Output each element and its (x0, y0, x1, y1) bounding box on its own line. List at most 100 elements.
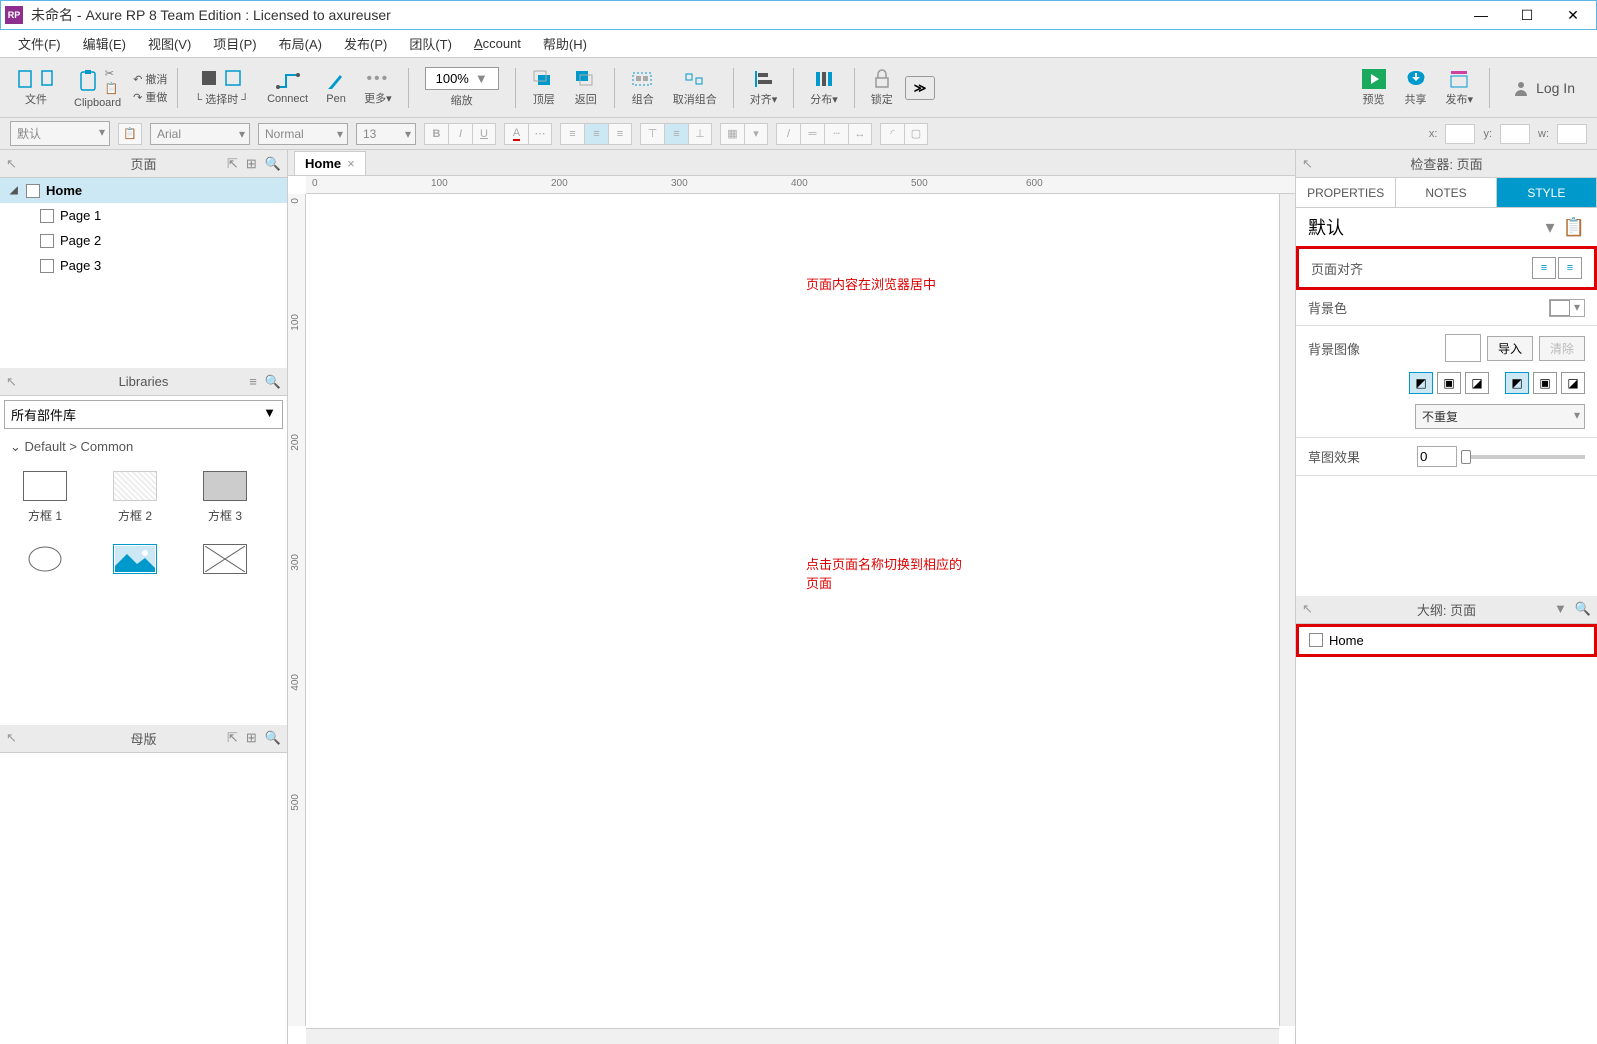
expand-icon[interactable]: ◢ (10, 185, 20, 196)
widget-box3[interactable]: 方框 3 (190, 471, 260, 524)
bgcolor-swatch[interactable] (1550, 300, 1570, 316)
sketch-value-input[interactable] (1417, 446, 1457, 467)
menu-publish[interactable]: 发布(P) (336, 31, 395, 56)
tree-item-page3[interactable]: Page 3 (0, 253, 287, 278)
widget-box1[interactable]: 方框 1 (10, 471, 80, 524)
w-input[interactable] (1557, 124, 1587, 144)
toolbar-overflow[interactable]: ≫ (905, 76, 936, 100)
tree-item-page1[interactable]: Page 1 (0, 203, 287, 228)
add-master-icon[interactable]: ⊞ (246, 730, 257, 746)
repeat-select[interactable]: 不重复 (1415, 404, 1585, 429)
fill-button[interactable]: ▦ (720, 123, 744, 145)
undo-button[interactable]: ↶ 撤消 (133, 71, 167, 87)
y-input[interactable] (1500, 124, 1530, 144)
menu-account[interactable]: Account (466, 33, 529, 54)
tool-lock[interactable]: 锁定 (865, 67, 899, 109)
add-folder-icon[interactable]: ⇱ (227, 156, 238, 172)
tool-align[interactable]: 对齐▾ (744, 67, 784, 109)
tool-clipboard-group[interactable]: ✂📋 Clipboard (68, 65, 127, 111)
minimize-button[interactable]: — (1458, 1, 1504, 29)
close-icon[interactable]: × (347, 156, 355, 171)
more-text-button[interactable]: ⋯ (528, 123, 552, 145)
align-left-button[interactable]: ≡ (560, 123, 584, 145)
redo-button[interactable]: ↷ 重做 (133, 89, 167, 105)
tool-back[interactable]: 返回 (568, 67, 604, 109)
italic-button[interactable]: I (448, 123, 472, 145)
tool-more[interactable]: ••• 更多▾ (358, 68, 398, 108)
menu-file[interactable]: 文件(F) (10, 31, 69, 56)
text-color-button[interactable]: A (504, 123, 528, 145)
library-path[interactable]: ⌄ Default > Common (0, 433, 287, 461)
search-icon[interactable]: 🔍 (265, 374, 281, 390)
tree-item-page2[interactable]: Page 2 (0, 228, 287, 253)
tool-zoom[interactable]: 100% ▼ 缩放 (419, 65, 505, 110)
pos-tr[interactable]: ◪ (1465, 372, 1489, 394)
pos-tc[interactable]: ▣ (1437, 372, 1461, 394)
corner-button[interactable]: ◜ (880, 123, 904, 145)
menu-edit[interactable]: 编辑(E) (75, 31, 134, 56)
tool-distribute[interactable]: 分布▾ (804, 67, 844, 109)
page-align-left[interactable]: ≡ (1532, 257, 1556, 279)
page-align-center[interactable]: ≡ (1558, 257, 1582, 279)
paste-style-icon[interactable]: 📋 (1563, 217, 1585, 238)
widget-box2[interactable]: 方框 2 (100, 471, 170, 524)
tool-connect[interactable]: Connect (261, 69, 314, 107)
fill-dropdown[interactable]: ▾ (744, 123, 768, 145)
arrow-button[interactable]: ↔ (848, 123, 872, 145)
collapse-icon[interactable]: ↖ (6, 156, 17, 172)
bold-button[interactable]: B (424, 123, 448, 145)
canvas[interactable]: 页面内容在浏览器居中 点击页面名称切换到相应的页面 (306, 194, 1295, 1044)
outline-item-home[interactable]: Home (1296, 624, 1597, 657)
apply-style-icon[interactable]: 📋 (118, 123, 142, 145)
menu-arrange[interactable]: 布局(A) (271, 31, 330, 56)
tab-style[interactable]: STYLE (1497, 178, 1597, 207)
tool-front[interactable]: 顶层 (526, 67, 562, 109)
tool-ungroup[interactable]: 取消组合 (667, 67, 723, 109)
x-input[interactable] (1445, 124, 1475, 144)
collapse-icon[interactable]: ↖ (1302, 156, 1313, 172)
size-select[interactable]: 13 (356, 123, 416, 145)
style-select[interactable]: 默认 (10, 121, 110, 146)
tool-file-group[interactable]: 文件 (10, 67, 62, 109)
login-button[interactable]: Log In (1500, 73, 1587, 103)
search-icon[interactable]: 🔍 (1575, 601, 1591, 617)
align-right-button[interactable]: ≡ (608, 123, 632, 145)
border-button[interactable]: ▢ (904, 123, 928, 145)
font-select[interactable]: Arial (150, 123, 250, 145)
line-style-button[interactable]: ┄ (824, 123, 848, 145)
valign-bottom-button[interactable]: ⊥ (688, 123, 712, 145)
scrollbar-vertical[interactable] (1279, 194, 1295, 1026)
library-selector[interactable]: 所有部件库▼ (4, 400, 283, 429)
canvas-tab-home[interactable]: Home × (294, 151, 366, 175)
tree-item-home[interactable]: ◢ Home (0, 178, 287, 203)
tool-select-mode[interactable]: └ 选择时 ┘ (188, 67, 255, 109)
ruler-vertical[interactable]: 0 100 200 300 400 500 (288, 194, 306, 1026)
add-page-icon[interactable]: ⊞ (246, 156, 257, 172)
menu-view[interactable]: 视图(V) (140, 31, 199, 56)
import-button[interactable]: 导入 (1487, 336, 1533, 361)
valign-top-button[interactable]: ⊤ (640, 123, 664, 145)
add-folder-icon[interactable]: ⇱ (227, 730, 238, 746)
tool-group-btn[interactable]: 组合 (625, 67, 661, 109)
search-icon[interactable]: 🔍 (265, 730, 281, 746)
underline-button[interactable]: U (472, 123, 496, 145)
scrollbar-horizontal[interactable] (306, 1028, 1279, 1044)
widget-placeholder[interactable] (190, 544, 260, 574)
pos-tl[interactable]: ◩ (1409, 372, 1433, 394)
tool-preview[interactable]: 预览 (1356, 67, 1392, 109)
tool-pen[interactable]: Pen (320, 69, 352, 107)
clear-button[interactable]: 清除 (1539, 336, 1585, 361)
close-button[interactable]: ✕ (1550, 1, 1596, 29)
maximize-button[interactable]: ☐ (1504, 1, 1550, 29)
widget-ellipse[interactable] (10, 544, 80, 574)
style-dropdown-icon[interactable]: ▾ (1546, 217, 1555, 238)
bgimage-preview[interactable] (1445, 334, 1481, 362)
pos-ml[interactable]: ◩ (1505, 372, 1529, 394)
filter-icon[interactable]: ▼ (1554, 601, 1567, 617)
menu-icon[interactable]: ≡ (249, 374, 257, 390)
widget-image[interactable] (100, 544, 170, 574)
tool-publish[interactable]: 发布▾ (1440, 67, 1480, 109)
collapse-icon[interactable]: ↖ (6, 730, 17, 746)
valign-middle-button[interactable]: ≡ (664, 123, 688, 145)
pos-mr[interactable]: ◪ (1561, 372, 1585, 394)
